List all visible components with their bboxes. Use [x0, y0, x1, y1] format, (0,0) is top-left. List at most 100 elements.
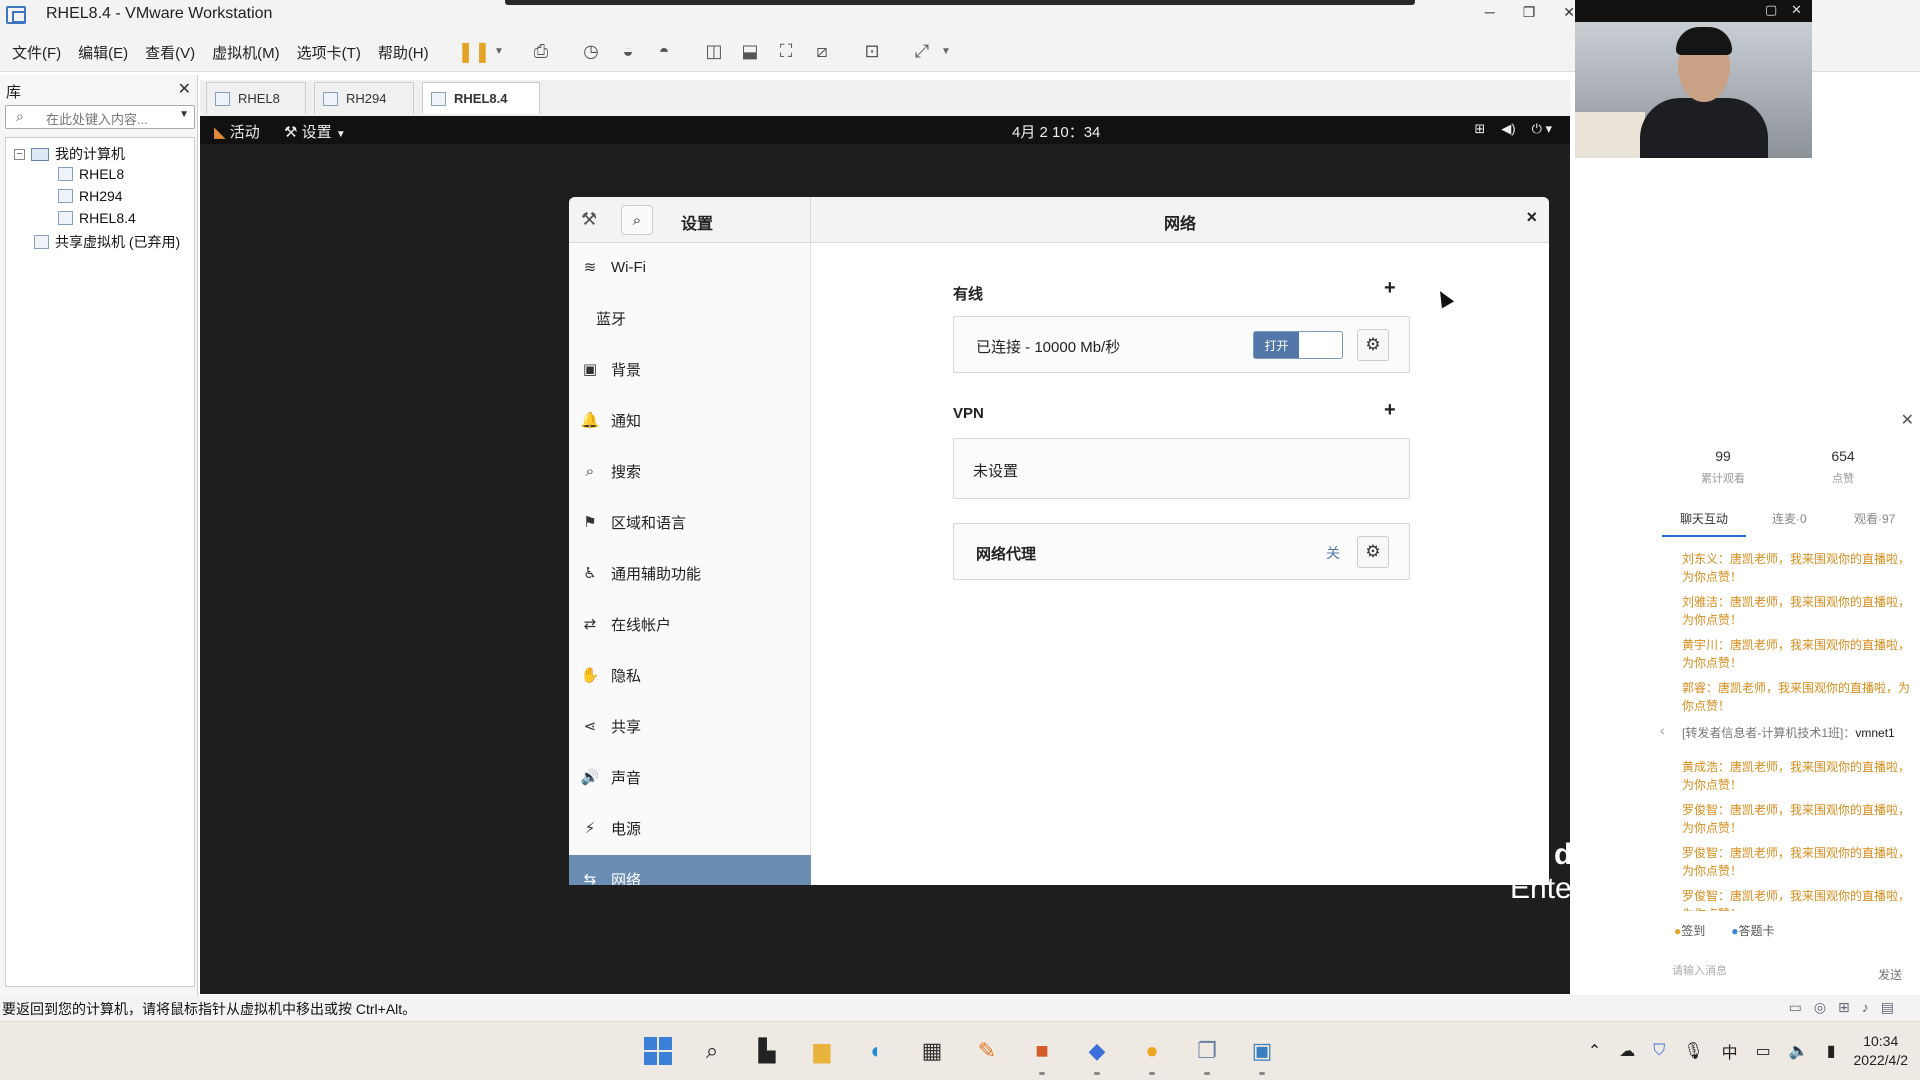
store-icon[interactable]: ▦: [916, 1035, 948, 1067]
header-divider: [810, 197, 811, 243]
proxy-settings-button[interactable]: ⚙: [1357, 536, 1389, 568]
tree-item-rhel84[interactable]: RHEL8.4: [58, 210, 136, 226]
start-icon[interactable]: [642, 1035, 674, 1067]
message-log-icon[interactable]: ▤: [1881, 999, 1894, 1016]
menu-view[interactable]: 查看(V): [145, 42, 195, 63]
library-search-input[interactable]: ⌕ 在此处键入内容... ▼: [5, 105, 195, 129]
gnome-system-tray[interactable]: ⊞ ◀) ⏻ ▾: [1474, 121, 1552, 137]
taskbar-clock[interactable]: 10:34 2022/4/2: [1854, 1032, 1909, 1070]
pause-icon[interactable]: ❚❚: [457, 38, 491, 64]
sidebar-item-notifications[interactable]: 🔔 通知: [569, 396, 811, 444]
cd-icon[interactable]: ◎: [1814, 999, 1826, 1016]
hdd-icon[interactable]: ▭: [1789, 999, 1802, 1016]
menu-tabs[interactable]: 选项卡(T): [297, 42, 361, 63]
close-icon[interactable]: ✕: [178, 79, 191, 99]
close-button[interactable]: ✕: [1563, 4, 1575, 21]
vmware-icon[interactable]: ❐: [1191, 1035, 1223, 1075]
tab-co-host[interactable]: 连麦·0: [1772, 510, 1807, 527]
sidebar-item-sharing[interactable]: ⋖ 共享: [569, 702, 811, 750]
chat-input[interactable]: 请输入消息: [1672, 962, 1727, 978]
volume-icon[interactable]: 🔈: [1789, 1041, 1809, 1061]
send-button[interactable]: 发送: [1878, 966, 1902, 983]
tab-rh294[interactable]: RH294: [314, 82, 414, 114]
paint-icon[interactable]: ✎: [971, 1035, 1003, 1067]
display-icon[interactable]: ▭: [1756, 1041, 1771, 1061]
chat-app-icon[interactable]: ●: [1136, 1035, 1168, 1075]
console-icon[interactable]: ⊡: [859, 38, 885, 64]
chat-message: 罗俊智：唐凯老师，我来围观你的直播啦，为你点赞！: [1682, 846, 1911, 878]
sidebar-item-region-language[interactable]: ⚑ 区域和语言: [569, 498, 811, 546]
tree-item-rhel8[interactable]: RHEL8: [58, 166, 124, 182]
network-adapter-icon[interactable]: ⊞: [1838, 999, 1850, 1016]
minimize-button[interactable]: ─: [1485, 4, 1495, 21]
tree-item-my-computer[interactable]: − 我的计算机: [14, 144, 125, 164]
file-explorer-icon[interactable]: ▆: [806, 1035, 838, 1067]
sidebar-item-privacy[interactable]: ✋ 隐私: [569, 651, 811, 699]
tree-item-shared-vms[interactable]: 共享虚拟机 (已弃用): [34, 232, 180, 252]
sidebar-item-search[interactable]: ⌕ 搜索: [569, 447, 811, 495]
add-wired-button[interactable]: +: [1384, 277, 1396, 300]
activities-button[interactable]: ◣ 活动: [214, 121, 260, 142]
chevron-left-icon[interactable]: ‹: [1660, 722, 1665, 738]
menu-vm[interactable]: 虚拟机(M): [212, 42, 280, 63]
sidebar-item-network[interactable]: ⇆ 网络: [569, 855, 811, 885]
maximize-button[interactable]: ❐: [1523, 4, 1536, 21]
settings-close-button[interactable]: ×: [1526, 207, 1537, 228]
thumbnail-view-icon[interactable]: ⬓: [737, 38, 763, 64]
sidebar-item-sound[interactable]: 🔊 声音: [569, 753, 811, 801]
tab-rhel8[interactable]: RHEL8: [206, 82, 306, 114]
sidebar-item-bluetooth[interactable]: 蓝牙: [569, 294, 811, 342]
fullscreen-icon[interactable]: ⛶: [773, 38, 799, 64]
close-icon[interactable]: ✕: [1791, 2, 1802, 18]
library-view-icon[interactable]: ◫: [701, 38, 727, 64]
sidebar-item-label: 电源: [611, 820, 642, 838]
tab-chat[interactable]: 聊天互动: [1680, 510, 1728, 527]
ime-indicator[interactable]: 中: [1722, 1039, 1738, 1063]
app-menu[interactable]: ⚒ 设置 ▼: [284, 121, 346, 142]
answer-card-button[interactable]: ●答题卡: [1731, 922, 1774, 939]
sidebar-item-wifi[interactable]: ≋ Wi-Fi: [569, 243, 811, 291]
feishu-icon[interactable]: ◆: [1081, 1035, 1113, 1075]
gnome-clock[interactable]: 4月 2 10：34: [1012, 121, 1100, 142]
tree-item-rh294[interactable]: RH294: [58, 188, 123, 204]
maximize-icon[interactable]: ▢: [1765, 2, 1777, 18]
snapshot-icon[interactable]: ◷: [578, 38, 604, 64]
tab-viewers[interactable]: 观看·97: [1854, 510, 1895, 527]
send-keys-icon[interactable]: ⎙: [528, 38, 554, 64]
add-vpn-button[interactable]: +: [1384, 399, 1396, 422]
close-icon[interactable]: ✕: [1901, 410, 1914, 430]
network-proxy-row[interactable]: 网络代理 关 ⚙: [953, 523, 1410, 580]
revert-snapshot-icon[interactable]: ◒: [615, 38, 641, 64]
chevron-down-icon[interactable]: ▼: [493, 38, 505, 64]
edge-icon[interactable]: ◐: [861, 1035, 893, 1067]
snapshot-manager-icon[interactable]: ◓: [651, 38, 677, 64]
sidebar-item-background[interactable]: ▣ 背景: [569, 345, 811, 393]
wired-toggle[interactable]: 打开: [1253, 331, 1343, 359]
onedrive-icon[interactable]: ☁: [1619, 1041, 1635, 1061]
menu-file[interactable]: 文件(F): [12, 42, 61, 63]
sidebar-item-online-accounts[interactable]: ⇄ 在线帐户: [569, 600, 811, 648]
search-icon[interactable]: ⌕: [696, 1035, 728, 1067]
task-view-icon[interactable]: ▙: [751, 1035, 783, 1067]
menu-edit[interactable]: 编辑(E): [78, 42, 128, 63]
unity-icon[interactable]: ⧄: [809, 38, 835, 64]
settings-search-button[interactable]: ⌕: [621, 205, 653, 235]
remote-desktop-icon[interactable]: ▣: [1246, 1035, 1278, 1075]
menu-help[interactable]: 帮助(H): [378, 42, 429, 63]
stat-label: 点赞: [1832, 473, 1854, 485]
stretch-icon[interactable]: ⤢: [909, 38, 935, 64]
collapse-icon[interactable]: −: [14, 148, 25, 160]
defender-icon[interactable]: ⛉: [1653, 1042, 1665, 1060]
chevron-down-icon[interactable]: ▼: [179, 109, 189, 120]
tab-rhel84[interactable]: RHEL8.4: [422, 82, 540, 114]
powerpoint-icon[interactable]: ■: [1026, 1035, 1058, 1075]
microphone-icon[interactable]: 🎙: [1683, 1041, 1703, 1061]
sidebar-item-accessibility[interactable]: ♿ 通用辅助功能: [569, 549, 811, 597]
sound-card-icon[interactable]: ♪: [1862, 999, 1869, 1016]
battery-icon[interactable]: ▮: [1827, 1041, 1836, 1061]
chevron-down-icon[interactable]: ▼: [940, 38, 952, 64]
chevron-up-icon[interactable]: ⌃: [1588, 1041, 1601, 1061]
sidebar-item-power[interactable]: ⚡ 电源: [569, 804, 811, 852]
checkin-button[interactable]: ●签到: [1674, 922, 1705, 939]
wired-settings-button[interactable]: ⚙: [1357, 329, 1389, 361]
